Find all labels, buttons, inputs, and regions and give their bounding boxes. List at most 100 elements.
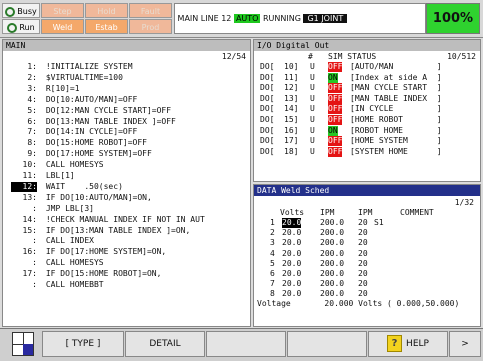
program-title: MAIN xyxy=(3,40,250,51)
weld-ipm: 200.0 xyxy=(320,279,345,289)
program-line-text[interactable]: WAIT .50(sec) xyxy=(41,182,123,192)
program-line-number: 5: xyxy=(27,105,37,115)
io-number: 15] xyxy=(284,115,299,124)
io-status[interactable]: ON xyxy=(328,125,338,136)
io-number: 12] xyxy=(284,83,299,93)
program-line-number: 14: xyxy=(22,214,37,224)
program-line-text[interactable]: IF DO[17:HOME SYSTEM]=ON, xyxy=(41,247,166,257)
io-comment: [AUTO/MAN ] xyxy=(350,62,442,71)
detail-softkey[interactable]: DETAIL xyxy=(125,331,205,357)
io-digital-out-panel[interactable]: I/O Digital Out # SIM STATUS 10/512 DO[1… xyxy=(253,39,481,182)
type-softkey[interactable]: [ TYPE ] xyxy=(42,331,124,357)
weld-title: DATA Weld Sched xyxy=(254,185,480,196)
program-line-text[interactable]: CALL HOMESYS xyxy=(41,160,104,170)
weld-volts[interactable]: 20.0 xyxy=(282,249,301,259)
program-line-text[interactable]: DO[10:AUTO/MAN]=OFF xyxy=(41,95,138,105)
weld-volts[interactable]: 20.0 xyxy=(282,259,301,269)
weld-volts[interactable]: 20.0 xyxy=(282,218,302,228)
estab-indicator: Estab xyxy=(85,19,128,34)
help-icon: ? xyxy=(387,335,403,352)
f3-softkey[interactable] xyxy=(206,331,286,357)
weld-ipm-2: 20 xyxy=(358,228,368,238)
weld-header-ipm-2: IPM xyxy=(358,208,373,217)
io-status[interactable]: OFF xyxy=(328,136,343,147)
help-softkey[interactable]: ? HELP xyxy=(368,331,448,357)
weld-volts[interactable]: 20.0 xyxy=(282,289,301,299)
io-title: I/O Digital Out xyxy=(254,40,480,51)
io-status[interactable]: OFF xyxy=(328,115,343,125)
io-sim: U xyxy=(310,104,315,114)
program-editor[interactable]: MAIN 12/54 1: !INITIALIZE SYSTEM 2: $VIRT… xyxy=(2,39,251,327)
weld-position: 1/32 xyxy=(454,198,474,207)
io-prefix: DO[ xyxy=(260,146,275,156)
program-line-number: 3: xyxy=(27,83,37,93)
program-line-text[interactable]: DO[14:IN CYCLE]=OFF xyxy=(41,127,138,137)
program-line-text: MAIN LINE 12 xyxy=(177,14,232,23)
weld-indicator: Weld xyxy=(41,19,84,34)
program-line-text[interactable]: DO[15:HOME ROBOT]=OFF xyxy=(41,138,147,148)
io-prefix: DO[ xyxy=(260,104,275,114)
prod-indicator: Prod xyxy=(129,19,172,34)
io-status[interactable]: OFF xyxy=(328,104,343,115)
f4-softkey[interactable] xyxy=(287,331,367,357)
program-line-text[interactable]: JMP LBL[3] xyxy=(41,204,94,214)
status-bar: Busy Step Hold Fault Run Weld Estab Prod… xyxy=(0,0,483,38)
io-number: 17] xyxy=(284,136,299,146)
io-comment: [HOME ROBOT ] xyxy=(350,115,442,124)
program-line-text[interactable]: IF DO[13:MAN TABLE INDEX ]=ON, xyxy=(41,226,191,236)
weld-sched-panel[interactable]: DATA Weld Sched 1/32 Volts IPM IPM COMME… xyxy=(253,184,481,327)
io-sim: U xyxy=(310,93,315,103)
weld-ipm: 200.0 xyxy=(320,269,345,278)
io-number: 18] xyxy=(284,146,299,156)
program-line-number: : xyxy=(32,203,37,213)
program-line-text[interactable]: IF DO[15:HOME ROBOT]=ON, xyxy=(41,269,162,279)
io-status[interactable]: OFF xyxy=(328,62,343,72)
io-number: 14] xyxy=(284,104,299,114)
next-page-softkey[interactable]: > xyxy=(449,331,481,357)
weld-ipm: 200.0 xyxy=(320,238,345,248)
io-header-num: # xyxy=(308,52,313,61)
program-line-text[interactable]: R[10]=1 xyxy=(41,84,80,94)
io-prefix: DO[ xyxy=(260,72,275,82)
program-line-text[interactable]: DO[12:MAN CYCLE START]=OFF xyxy=(41,106,171,116)
program-line-text[interactable]: CALL INDEX xyxy=(41,236,94,246)
program-line-number: 10: xyxy=(22,160,37,170)
run-indicator: Run xyxy=(2,19,40,34)
program-line-text[interactable]: !INITIALIZE SYSTEM xyxy=(41,62,133,72)
io-prefix: DO[ xyxy=(260,115,275,124)
io-sim: U xyxy=(310,136,315,146)
program-line-number: 9: xyxy=(27,149,37,159)
program-line-number: : xyxy=(32,236,37,246)
weld-volts[interactable]: 20.0 xyxy=(282,228,301,238)
program-line-text[interactable]: IF DO[10:AUTO/MAN]=ON, xyxy=(41,193,152,203)
override-percent[interactable]: 100% xyxy=(426,3,480,34)
weld-ipm-2: 20 xyxy=(358,279,368,289)
io-comment: [SYSTEM HOME ] xyxy=(350,146,442,156)
weld-volts[interactable]: 20.0 xyxy=(282,238,301,248)
io-number: 13] xyxy=(284,93,299,103)
io-comment: [HOME SYSTEM ] xyxy=(350,136,442,146)
program-line-text[interactable]: LBL[1] xyxy=(41,171,75,181)
weld-row-number: 7 xyxy=(270,279,275,289)
program-line-text[interactable]: DO[17:HOME SYSTEM]=OFF xyxy=(41,149,152,159)
program-line-text[interactable]: CALL HOMEBBT xyxy=(41,280,104,290)
program-line-text[interactable]: $VIRTUALTIME=100 xyxy=(41,73,123,83)
program-line-number: 13: xyxy=(22,192,37,202)
io-header-sim-status: SIM STATUS xyxy=(328,52,377,61)
program-line-text[interactable]: DO[13:MAN TABLE INDEX ]=OFF xyxy=(41,117,176,127)
weld-ipm-2: 20 xyxy=(358,269,368,278)
weld-footer: Voltage 20.000 Volts ( 0.000,50.000) xyxy=(257,299,460,308)
program-line-text[interactable]: !CHECK MANUAL INDEX IF NOT IN AUT xyxy=(41,215,205,225)
fault-indicator: Fault xyxy=(129,3,172,18)
io-status[interactable]: ON xyxy=(328,72,338,83)
io-status[interactable]: OFF xyxy=(328,83,343,94)
program-line-number: 12: xyxy=(11,181,37,192)
run-icon xyxy=(7,22,18,33)
program-line-text[interactable]: CALL HOMESYS xyxy=(41,258,104,268)
screen-layout-icon[interactable] xyxy=(12,332,34,356)
weld-volts[interactable]: 20.0 xyxy=(282,279,301,289)
weld-header-ipm: IPM xyxy=(320,208,335,217)
weld-volts[interactable]: 20.0 xyxy=(282,269,301,279)
io-status[interactable]: OFF xyxy=(328,146,343,157)
io-status[interactable]: OFF xyxy=(328,93,343,104)
